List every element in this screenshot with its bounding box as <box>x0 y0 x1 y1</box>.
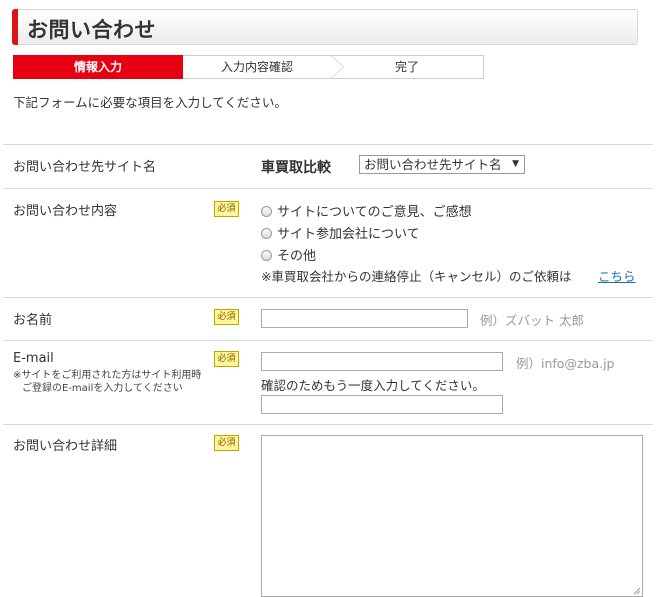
page-header: お問い合わせ <box>12 9 638 45</box>
divider <box>3 297 653 298</box>
name-label: お名前 <box>13 313 53 328</box>
name-example: 例）ズバット 太郎 <box>480 313 584 328</box>
inquiry-type-label: お問い合わせ内容 <box>13 204 118 219</box>
radio-button[interactable] <box>261 206 272 217</box>
divider <box>3 188 653 189</box>
required-badge: 必須 <box>214 351 239 367</box>
radio-option-participants[interactable]: サイト参加会社について <box>261 223 420 242</box>
page-title: お問い合わせ <box>27 18 156 42</box>
step-arrow <box>331 56 343 78</box>
cancel-note: ※車買取会社からの連絡停止（キャンセル）のご依頼は <box>261 269 572 284</box>
radio-label: サイトについてのご意見、ご感想 <box>277 205 472 220</box>
divider <box>3 340 653 341</box>
step-input: 情報入力 <box>13 55 195 79</box>
email-input[interactable] <box>261 352 503 371</box>
site-label: お問い合わせ先サイト名 <box>13 160 157 175</box>
site-name: 車買取比較 <box>261 160 331 176</box>
email-note-1: ※サイトをご利用された方はサイト利用時 <box>13 370 202 381</box>
email-note-2: ご登録のE-mailを入力してください <box>22 383 183 394</box>
step-confirm: 入力内容確認 <box>183 55 344 79</box>
intro-text: 下記フォームに必要な項目を入力してください。 <box>13 95 287 110</box>
site-select-value: お問い合わせ先サイト名 <box>364 157 502 172</box>
step-input-label: 情報入力 <box>73 60 122 74</box>
required-badge: 必須 <box>214 435 239 451</box>
step-confirm-label: 入力内容確認 <box>220 60 293 74</box>
radio-button[interactable] <box>261 228 272 239</box>
site-select[interactable]: お問い合わせ先サイト名 ▼ <box>359 155 525 174</box>
radio-button[interactable] <box>261 250 272 261</box>
detail-label: お問い合わせ詳細 <box>13 439 118 454</box>
radio-label: その他 <box>277 249 317 264</box>
divider <box>3 424 653 425</box>
required-badge: 必須 <box>214 201 239 217</box>
radio-label: サイト参加会社について <box>277 227 420 242</box>
detail-textarea[interactable] <box>261 435 643 597</box>
divider <box>3 144 653 145</box>
email-example: 例）info@zba.jp <box>516 356 615 371</box>
step-complete: 完了 <box>331 55 484 79</box>
resize-handle-icon[interactable] <box>633 587 641 595</box>
step-complete-label: 完了 <box>394 60 419 74</box>
name-input[interactable] <box>261 309 468 328</box>
email-label: E-mail <box>13 351 54 366</box>
email-confirm-text: 確認のためもう一度入力してください。 <box>261 378 485 393</box>
progress-steps: 情報入力 完了 入力内容確認 <box>13 55 484 79</box>
chevron-down-icon: ▼ <box>512 159 519 169</box>
required-badge: 必須 <box>214 309 239 325</box>
header-accent-bar <box>12 9 18 45</box>
email-confirm-input[interactable] <box>261 395 503 414</box>
cancel-link[interactable]: こちら <box>598 266 636 285</box>
radio-option-other[interactable]: その他 <box>261 245 316 264</box>
radio-option-opinion[interactable]: サイトについてのご意見、ご感想 <box>261 201 472 220</box>
